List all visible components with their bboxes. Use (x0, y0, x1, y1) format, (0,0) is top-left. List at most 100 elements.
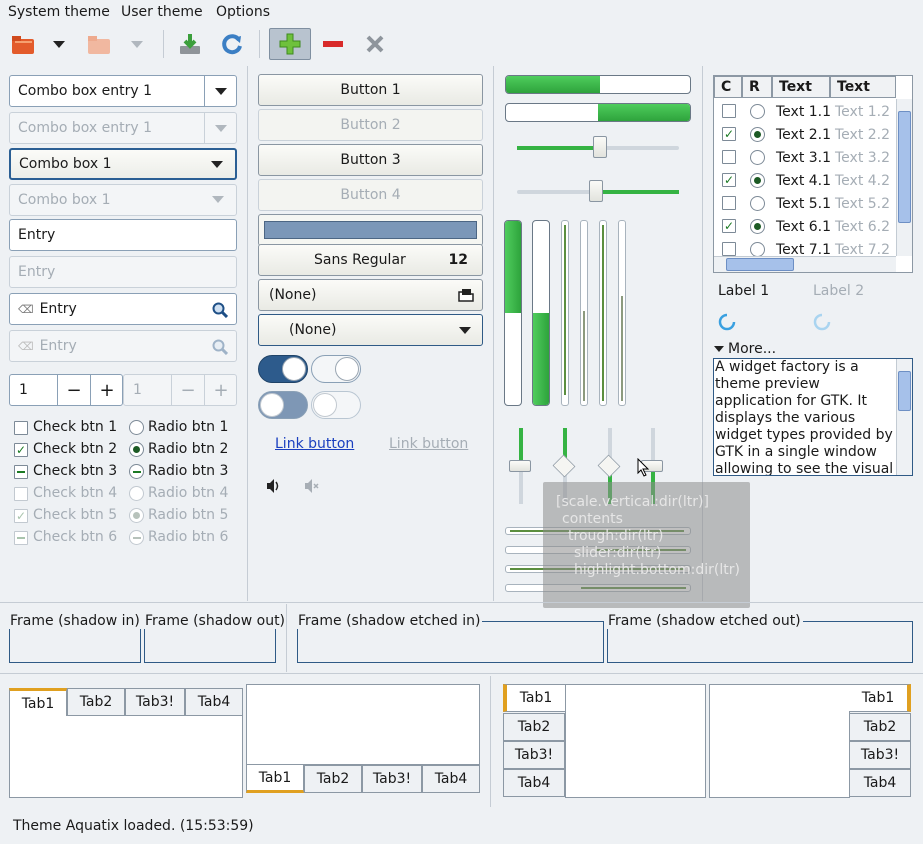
notebook-left-tab4[interactable]: Tab4 (503, 769, 565, 797)
h-slider-1[interactable] (517, 136, 679, 158)
v-slider-1[interactable] (509, 428, 531, 504)
combo-box-entry[interactable]: Combo box entry 1 (9, 75, 237, 107)
check-btn-2[interactable]: ✓ (14, 443, 28, 457)
notebook-left-tab1[interactable]: Tab1 (503, 684, 565, 712)
notebook-right-tab1[interactable]: Tab1 (849, 684, 911, 712)
v-slider-2-handle[interactable] (552, 454, 576, 478)
link-button-disabled: Link button (389, 436, 469, 452)
v-slider-1-handle[interactable] (509, 460, 531, 472)
menu-user-theme[interactable]: User theme (121, 4, 203, 20)
radio-btn-3[interactable] (129, 464, 144, 479)
notebook-right-tab4[interactable]: Tab4 (849, 769, 911, 797)
h-slider-2[interactable] (517, 180, 679, 202)
h-slider-2-handle[interactable] (589, 180, 603, 202)
search-entry[interactable]: ⌫ Entry (9, 293, 237, 325)
color-button[interactable] (258, 214, 483, 246)
tree-row-checkbox[interactable]: ✓ (722, 127, 736, 141)
notebook-top-tab1[interactable]: Tab1 (9, 688, 67, 716)
open-icon[interactable] (6, 28, 40, 60)
h-slider-1-handle[interactable] (593, 136, 607, 158)
v-progress-1-fill (505, 221, 521, 313)
check-btn-3[interactable] (14, 465, 28, 479)
tooltip-line-5: highlight.bottom:dir(ltr) (574, 562, 740, 578)
button-1[interactable]: Button 1 (258, 74, 483, 106)
spin-increment-button[interactable]: + (90, 375, 123, 405)
combo-box-none[interactable]: (None) (258, 314, 483, 346)
tree-row-checkbox[interactable] (722, 196, 736, 210)
tree-row-radio[interactable] (750, 150, 765, 165)
notebook-right-tab3[interactable]: Tab3! (849, 741, 911, 769)
tree-row-radio[interactable] (750, 104, 765, 119)
v-slider-3-handle[interactable] (597, 454, 621, 478)
spin-button[interactable]: 1 − + (9, 374, 123, 406)
radio-btn-2-label: Radio btn 2 (148, 441, 229, 457)
notebook-right-tab2[interactable]: Tab2 (849, 713, 911, 741)
tree-h-scrollbar[interactable] (714, 256, 896, 272)
tree-row[interactable]: Text 3.1 Text 3.2 (714, 147, 896, 170)
check-btn-2-label: Check btn 2 (33, 441, 118, 457)
download-icon[interactable] (173, 28, 207, 60)
notebook-left-tab3[interactable]: Tab3! (503, 741, 565, 769)
text-view[interactable]: A widget factory is a theme preview appl… (713, 358, 913, 476)
tree-row-radio[interactable] (750, 196, 765, 211)
tree-row-radio[interactable] (750, 242, 765, 257)
combo-box[interactable]: Combo box 1 (9, 148, 237, 180)
tree-row[interactable]: Text 1.1 Text 1.2 (714, 101, 896, 124)
notebook-top-tab4[interactable]: Tab4 (185, 688, 243, 716)
tree-row-radio[interactable] (750, 127, 765, 142)
notebook-top-tab3[interactable]: Tab3! (125, 688, 185, 716)
notebook-bottom-tab2[interactable]: Tab2 (304, 765, 362, 793)
tree-header-r[interactable]: R (742, 76, 772, 98)
menu-system-theme[interactable]: System theme (8, 4, 110, 20)
notebook-bottom-tab4[interactable]: Tab4 (422, 765, 480, 793)
switch-off[interactable] (311, 355, 361, 383)
tree-header-text1[interactable]: Text (772, 76, 830, 98)
spinner-disabled-icon (813, 313, 831, 331)
search-icon[interactable] (212, 302, 228, 318)
tree-row[interactable]: Text 5.1 Text 5.2 (714, 193, 896, 216)
tree-row[interactable]: ✓ Text 4.1 Text 4.2 (714, 170, 896, 193)
tree-row-checkbox[interactable] (722, 150, 736, 164)
tree-v-scroll-thumb[interactable] (898, 111, 911, 223)
tree-row-radio[interactable] (750, 219, 765, 234)
radio-btn-2[interactable] (129, 442, 144, 457)
switch-on[interactable] (258, 355, 308, 383)
tree-row[interactable]: ✓ Text 6.1 Text 6.2 (714, 216, 896, 239)
button-3[interactable]: Button 3 (258, 144, 483, 176)
menu-options[interactable]: Options (216, 4, 270, 20)
notebook-bottom-tab1[interactable]: Tab1 (246, 765, 304, 793)
tree-header-text2[interactable]: Text (830, 76, 896, 98)
expander[interactable]: More... (714, 341, 776, 357)
dropdown-arrow-icon[interactable] (44, 28, 74, 60)
tree-row-checkbox[interactable]: ✓ (722, 173, 736, 187)
tree-row-checkbox[interactable]: ✓ (722, 219, 736, 233)
notebook-left-tab2[interactable]: Tab2 (503, 713, 565, 741)
combo-box-entry-button[interactable] (204, 76, 236, 106)
notebook-bottom-tab3[interactable]: Tab3! (362, 765, 422, 793)
text-view-scrollbar[interactable] (896, 359, 912, 475)
font-button[interactable]: Sans Regular 12 (258, 244, 483, 276)
spin-decrement-button[interactable]: − (57, 375, 90, 405)
link-button[interactable]: Link button (275, 436, 354, 452)
close-icon[interactable] (358, 28, 392, 60)
volume-icon[interactable] (266, 478, 282, 494)
notebook-top-tab2[interactable]: Tab2 (67, 688, 125, 716)
radio-btn-1-label: Radio btn 1 (148, 419, 229, 435)
file-chooser-button[interactable]: (None) (258, 279, 483, 311)
clear-icon[interactable]: ⌫ (18, 303, 34, 316)
text-view-scroll-thumb[interactable] (898, 371, 911, 411)
tree-row[interactable]: ✓ Text 2.1 Text 2.2 (714, 124, 896, 147)
tree-row-checkbox[interactable] (722, 104, 736, 118)
radio-btn-1[interactable] (129, 420, 144, 435)
add-icon[interactable] (269, 28, 311, 60)
tree-header-c[interactable]: C (714, 76, 742, 98)
tree-v-scrollbar[interactable] (896, 99, 912, 256)
tree-h-scroll-thumb[interactable] (726, 258, 794, 271)
tree-row-radio[interactable] (750, 173, 765, 188)
entry-field[interactable]: Entry (9, 219, 237, 251)
tooltip-line-3: trough:dir(ltr) (568, 528, 664, 544)
tree-row-checkbox[interactable] (722, 242, 736, 256)
remove-icon[interactable] (316, 28, 350, 60)
check-btn-1[interactable] (14, 421, 28, 435)
refresh-icon[interactable] (215, 28, 249, 60)
